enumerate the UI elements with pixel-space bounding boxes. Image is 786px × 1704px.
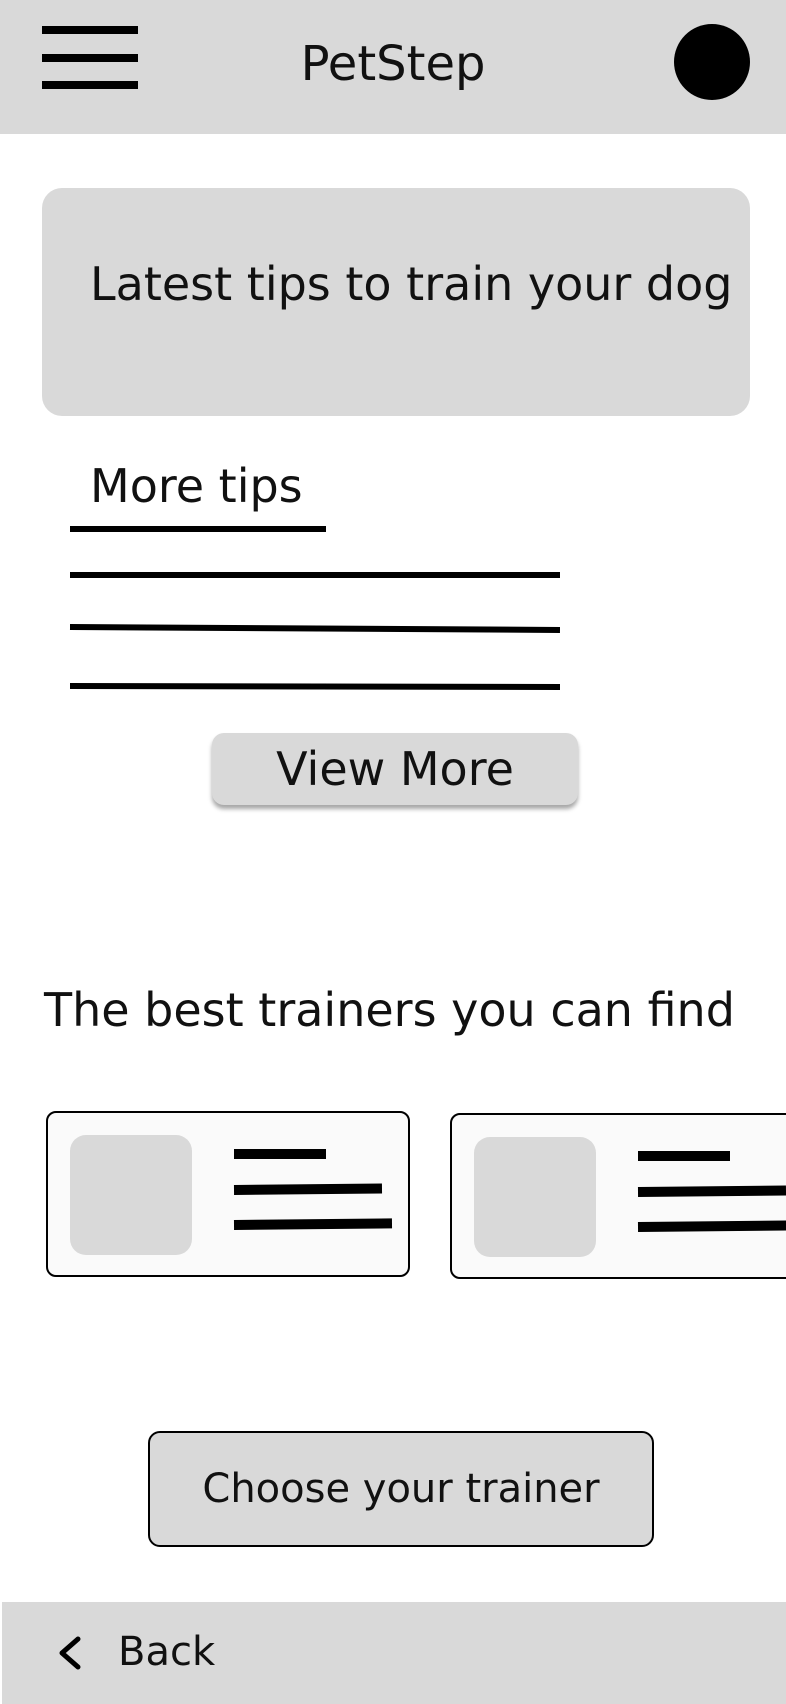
trainer-photo-placeholder — [70, 1135, 192, 1255]
tip-text-placeholder-line — [69, 683, 561, 691]
trainer-detail-placeholder-line — [233, 1218, 393, 1230]
trainer-name-placeholder-line — [234, 1149, 326, 1159]
trainer-detail-placeholder-line — [637, 1220, 786, 1232]
trainers-heading: The best trainers you can find — [44, 983, 735, 1037]
latest-tips-banner[interactable]: Latest tips to train your dog — [42, 188, 750, 416]
view-more-button[interactable]: View More — [212, 733, 578, 805]
trainer-detail-placeholder-line — [233, 1183, 383, 1195]
back-label: Back — [118, 1629, 216, 1675]
trainer-name-placeholder-line — [638, 1151, 730, 1161]
bottom-navigation-bar: Back — [2, 1602, 786, 1704]
back-button[interactable]: Back — [46, 1622, 246, 1682]
trainer-card[interactable] — [46, 1111, 410, 1277]
app-screen: PetStep Latest tips to train your dog Mo… — [0, 0, 786, 1704]
app-title: PetStep — [300, 36, 486, 92]
menu-icon-bar — [42, 26, 138, 34]
user-avatar[interactable] — [674, 24, 750, 100]
top-header: PetStep — [0, 0, 786, 134]
trainer-photo-placeholder — [474, 1137, 596, 1257]
latest-tips-banner-text: Latest tips to train your dog — [90, 257, 733, 311]
chevron-left-icon — [59, 1636, 81, 1670]
trainer-detail-placeholder-line — [637, 1185, 786, 1197]
trainer-card[interactable] — [450, 1113, 786, 1279]
more-tips-underline — [70, 526, 326, 532]
tip-text-placeholder-line — [70, 572, 560, 578]
tip-text-placeholder-line — [69, 624, 561, 633]
choose-trainer-button[interactable]: Choose your trainer — [148, 1431, 654, 1547]
more-tips-label: More tips — [90, 459, 303, 513]
